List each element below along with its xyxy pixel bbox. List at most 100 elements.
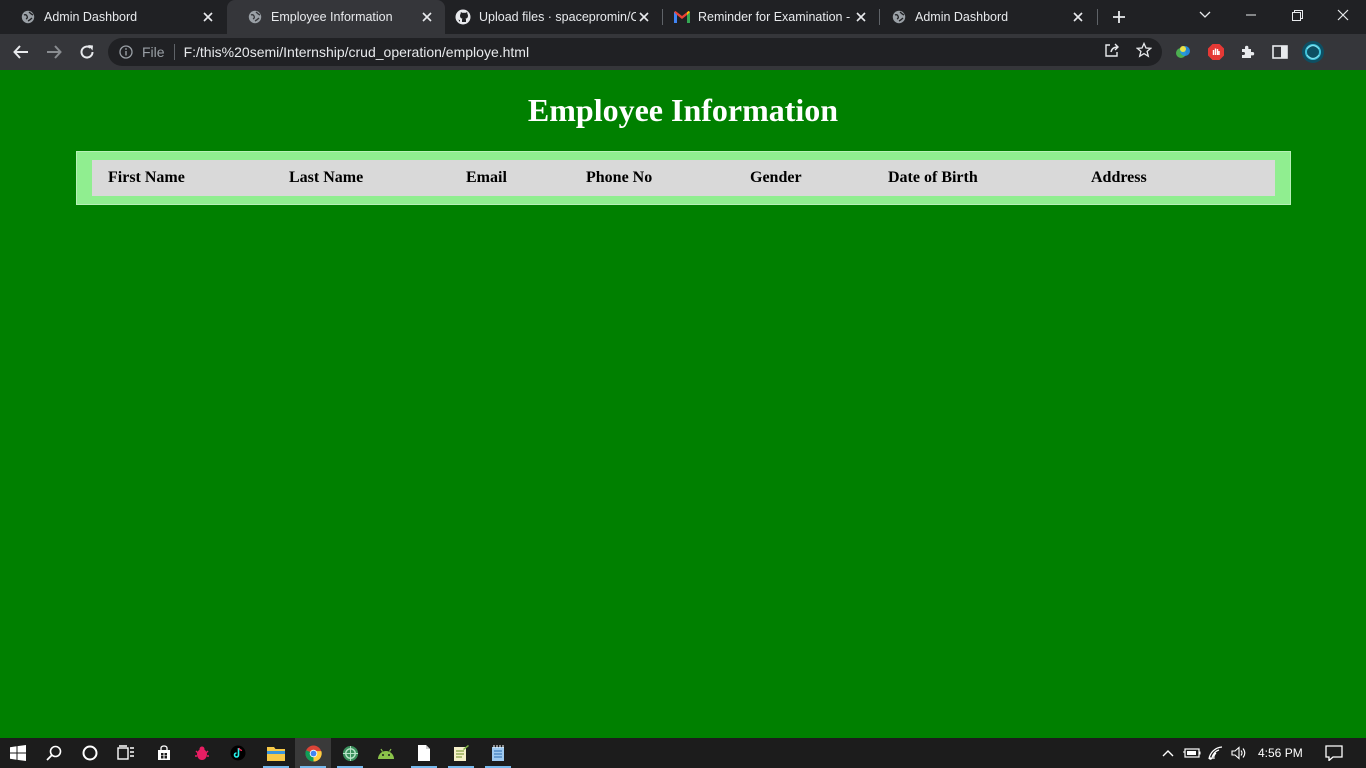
side-panel-icon[interactable] [1270, 42, 1290, 62]
tiktok-icon [230, 745, 246, 761]
tab-title: Admin Dashbord [915, 10, 1009, 24]
profile-avatar[interactable] [1301, 40, 1325, 64]
reload-icon [80, 45, 94, 59]
android-studio-app[interactable] [368, 738, 404, 768]
bug-app[interactable] [184, 738, 220, 768]
document-app[interactable] [406, 738, 442, 768]
wifi-icon[interactable] [1207, 745, 1225, 761]
tab-title: Employee Information [271, 10, 393, 24]
task-view-icon [117, 745, 134, 760]
column-header-phone-no: Phone No [586, 169, 653, 186]
tab-admin-dashbord-1[interactable]: Admin Dashbord [0, 0, 226, 34]
close-icon [1337, 9, 1349, 21]
tab-title: Admin Dashbord [44, 10, 138, 24]
minimize-button[interactable] [1228, 0, 1274, 30]
github-icon [455, 9, 471, 25]
new-tab-button[interactable] [1108, 6, 1130, 28]
address-scheme: File [142, 44, 165, 60]
column-header-address: Address [1091, 169, 1147, 186]
android-icon [378, 748, 394, 759]
chevron-up-icon [1162, 750, 1174, 757]
tab-title: Reminder for Examination - a [698, 10, 853, 24]
minimize-icon [1246, 14, 1256, 16]
browser-toolbar: File F:/this%20semi/Internship/crud_oper… [0, 34, 1366, 70]
restore-button[interactable] [1274, 0, 1320, 30]
bookmark-button[interactable] [1134, 40, 1154, 60]
file-explorer-app[interactable] [258, 738, 294, 768]
close-icon[interactable] [853, 9, 869, 25]
globe-icon [247, 9, 263, 25]
tab-separator [1097, 9, 1098, 25]
column-header-gender: Gender [750, 169, 802, 186]
browser-tab-strip: Admin Dashbord Employee Information Uplo… [0, 0, 1366, 34]
tiktok-app[interactable] [220, 738, 256, 768]
arrow-right-icon [47, 45, 62, 59]
employee-table: First Name Last Name Email Phone No Gend… [76, 151, 1291, 205]
volume-icon[interactable] [1230, 745, 1248, 761]
show-hidden-icons-button[interactable] [1159, 745, 1177, 761]
cortana-circle-icon [82, 745, 98, 761]
page-title: Employee Information [527, 92, 839, 128]
store-bag-icon [158, 745, 170, 760]
start-button[interactable] [0, 738, 36, 768]
tab-search-button[interactable] [1182, 0, 1228, 30]
address-url[interactable]: F:/this%20semi/Internship/crud_operation… [184, 44, 530, 60]
document-icon [418, 745, 430, 761]
column-header-last-name: Last Name [289, 169, 364, 186]
table-header-row: First Name Last Name Email Phone No Gend… [92, 160, 1275, 196]
chrome-app[interactable] [295, 738, 331, 768]
notepad-blue-icon [492, 745, 504, 761]
search-button[interactable] [36, 738, 72, 768]
store-app[interactable] [146, 738, 182, 768]
bug-icon [195, 746, 209, 760]
back-button[interactable] [9, 40, 33, 64]
address-bar[interactable]: File F:/this%20semi/Internship/crud_oper… [108, 38, 1162, 66]
action-center-icon [1325, 745, 1343, 761]
extension-adblock-icon[interactable] [1206, 42, 1226, 62]
plus-icon [1113, 11, 1125, 23]
chrome-icon [304, 744, 322, 762]
windows-icon [10, 745, 26, 761]
arrow-left-icon [13, 45, 28, 59]
windows-taskbar: 4:56 PM [0, 738, 1366, 768]
tab-employee-information[interactable]: Employee Information [227, 0, 445, 34]
column-header-first-name: First Name [108, 169, 185, 186]
globe-icon [20, 9, 36, 25]
tab-upload-files[interactable]: Upload files · spacepromin/O [446, 0, 662, 34]
star-icon [1136, 42, 1152, 58]
close-icon[interactable] [200, 9, 216, 25]
info-icon[interactable] [118, 44, 134, 60]
tab-title: Upload files · spacepromin/O [479, 10, 636, 24]
tab-admin-dashbord-2[interactable]: Admin Dashbord [880, 0, 1096, 34]
page-content: Employee Information First Name Last Nam… [0, 70, 1366, 738]
close-icon[interactable] [636, 9, 652, 25]
folder-icon [267, 746, 285, 761]
browser-app[interactable] [332, 738, 368, 768]
forward-button[interactable] [42, 40, 66, 64]
tab-reminder-examination[interactable]: Reminder for Examination - a [663, 0, 879, 34]
battery-icon[interactable] [1183, 745, 1201, 761]
cortana-button[interactable] [72, 738, 108, 768]
gmail-icon [674, 9, 690, 25]
address-divider [173, 44, 175, 60]
close-icon[interactable] [1070, 9, 1086, 25]
green-globe-icon [342, 745, 358, 761]
notepad-plus-app[interactable] [443, 738, 479, 768]
reload-button[interactable] [75, 40, 99, 64]
task-view-button[interactable] [108, 738, 144, 768]
taskbar-clock[interactable]: 4:56 PM [1258, 738, 1303, 768]
notepad-app[interactable] [480, 738, 516, 768]
chevron-down-icon [1199, 11, 1211, 18]
notifications-button[interactable] [1324, 745, 1344, 761]
share-icon [1105, 43, 1119, 57]
restore-icon [1291, 9, 1303, 21]
globe-icon [891, 9, 907, 25]
extensions-puzzle-icon[interactable] [1238, 42, 1258, 62]
window-close-button[interactable] [1320, 0, 1366, 30]
column-header-date-of-birth: Date of Birth [888, 169, 978, 186]
column-header-email: Email [466, 169, 507, 186]
extension-colorful-icon[interactable] [1173, 42, 1193, 62]
close-icon[interactable] [419, 9, 435, 25]
search-icon [46, 745, 62, 761]
share-button[interactable] [1102, 40, 1122, 60]
